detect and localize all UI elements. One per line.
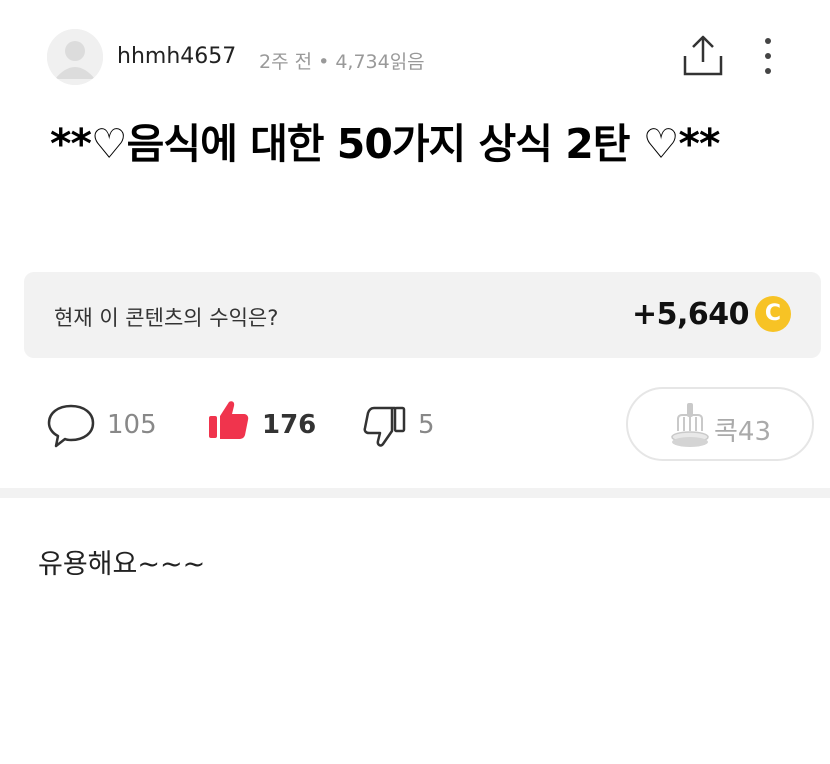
post-header: hhmh4657 2주 전 • 4,734읽음 — [0, 0, 830, 110]
post-meta: 2주 전 • 4,734읽음 — [259, 47, 425, 74]
dislike-count[interactable]: 5 — [418, 410, 435, 440]
kok-count: 콕43 — [714, 417, 772, 447]
time-ago: 2주 전 — [259, 51, 313, 73]
reaction-bar: 105 176 5 콕43 — [0, 380, 830, 470]
avatar[interactable] — [47, 29, 103, 85]
post-body: 유용해요~~~ — [38, 549, 206, 580]
avatar-placeholder-icon — [47, 29, 103, 85]
comment-count[interactable]: 105 — [107, 410, 157, 440]
section-divider — [0, 488, 830, 498]
revenue-value: +5,640 — [631, 297, 750, 332]
meta-separator: • — [318, 51, 330, 73]
kok-button[interactable]: 콕43 — [626, 387, 814, 461]
read-count: 4,734읽음 — [335, 51, 425, 73]
comment-icon[interactable] — [45, 400, 97, 452]
coin-icon: C — [755, 296, 791, 332]
kok-icon — [671, 403, 709, 447]
more-vertical-icon[interactable] — [756, 36, 780, 78]
thumbs-up-icon[interactable] — [207, 398, 251, 442]
post-title: **♡음식에 대한 50가지 상식 2탄 ♡** — [50, 120, 720, 168]
like-count[interactable]: 176 — [262, 410, 316, 440]
revenue-panel[interactable]: 현재 이 콘텐츠의 수익은? +5,640 C — [24, 272, 821, 358]
revenue-label: 현재 이 콘텐츠의 수익은? — [54, 306, 279, 330]
author-name[interactable]: hhmh4657 — [117, 44, 236, 69]
share-icon[interactable] — [680, 34, 726, 78]
thumbs-down-icon[interactable] — [362, 402, 410, 450]
